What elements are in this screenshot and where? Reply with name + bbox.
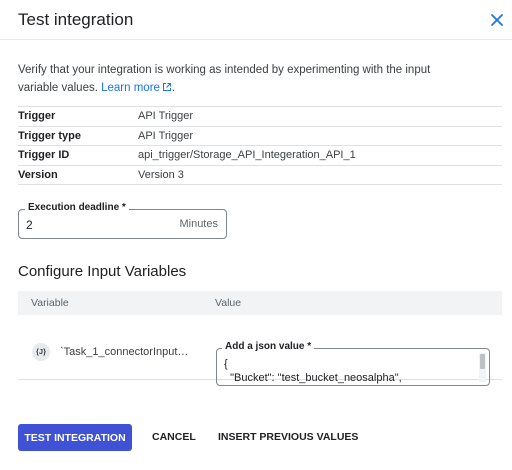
close-icon[interactable]: [487, 10, 507, 30]
info-value: API Trigger: [138, 129, 194, 142]
execution-deadline-unit: Minutes: [179, 218, 218, 230]
execution-deadline-value[interactable]: 2: [26, 218, 33, 232]
json-value-input[interactable]: Add a json value * { "Bucket": "test_buc…: [216, 341, 490, 386]
execution-deadline-label: Execution deadline *: [25, 202, 129, 213]
json-scrollbar[interactable]: [479, 353, 486, 382]
dialog-description: Verify that your integration is working …: [18, 64, 431, 94]
table-row: {J} `Task_1_connectorInputPayload` Add a…: [18, 315, 502, 386]
column-header-variable: Variable: [31, 297, 69, 309]
info-row-trigger-type: Trigger type API Trigger: [18, 127, 502, 146]
scrollbar-thumb[interactable]: [480, 354, 485, 369]
input-variables-title: Configure Input Variables: [18, 263, 187, 280]
insert-previous-values-button[interactable]: INSERT PREVIOUS VALUES: [218, 431, 358, 443]
json-variable-icon: {J}: [32, 343, 50, 361]
trigger-info-table: Trigger API Trigger Trigger type API Tri…: [18, 106, 502, 185]
info-row-version: Version Version 3: [18, 166, 502, 185]
learn-more-link[interactable]: Learn more: [101, 82, 172, 94]
info-value: API Trigger: [138, 110, 194, 123]
info-key: Version: [18, 168, 58, 181]
dialog-header: Test integration: [0, 0, 512, 40]
info-row-trigger: Trigger API Trigger: [18, 107, 502, 127]
info-row-trigger-id: Trigger ID api_trigger/Storage_API_Integ…: [18, 146, 502, 166]
info-value: Version 3: [138, 168, 184, 181]
variable-name: `Task_1_connectorInputPayload`: [60, 346, 190, 358]
cancel-button[interactable]: CANCEL: [152, 431, 196, 443]
column-header-value: Value: [215, 297, 242, 309]
info-value: api_trigger/Storage_API_Integeration_API…: [138, 149, 356, 162]
description-text: Verify that your integration is working …: [18, 64, 431, 94]
dialog-title: Test integration: [18, 10, 134, 29]
test-integration-button[interactable]: TEST INTEGRATION: [18, 424, 132, 451]
info-key: Trigger: [18, 110, 56, 123]
json-value-text[interactable]: { "Bucket": "test_bucket_neosalpha",: [224, 357, 402, 385]
info-key: Trigger type: [18, 129, 81, 142]
learn-more-label: Learn more: [101, 82, 160, 94]
info-key: Trigger ID: [18, 149, 70, 162]
execution-deadline-field[interactable]: Execution deadline * 2 Minutes: [18, 202, 227, 239]
input-variables-table: Variable Value {J} `Task_1_connectorInpu…: [18, 291, 502, 386]
table-header: Variable Value: [18, 291, 502, 315]
open-in-new-icon: [162, 83, 171, 91]
json-value-label: Add a json value *: [222, 341, 315, 352]
